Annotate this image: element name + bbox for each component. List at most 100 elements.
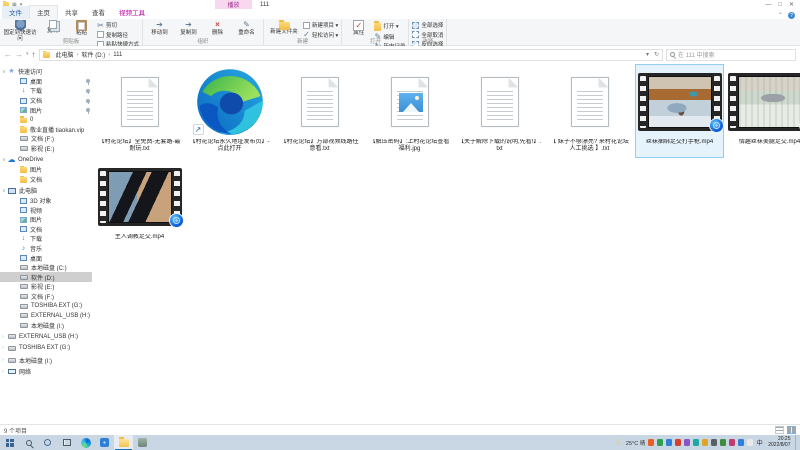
sidebar-item[interactable]: ↓下载 xyxy=(0,234,92,244)
up-button[interactable]: ↑ xyxy=(32,51,36,59)
tab-share[interactable]: 共享 xyxy=(58,6,85,19)
file-item[interactable]: 丝袜捆绑足交打手枪.mp4 xyxy=(636,65,723,157)
sidebar-item[interactable]: ∨★快速访问 xyxy=(0,67,92,77)
start-button[interactable] xyxy=(0,435,19,450)
thumbnails-view-toggle-icon[interactable] xyxy=(787,426,796,434)
sidebar-item[interactable]: ∨此电脑 xyxy=(0,186,92,196)
sidebar-item[interactable]: 文档 (F:) xyxy=(0,292,92,302)
tab-file[interactable]: 文件 xyxy=(2,6,29,19)
tray-icon-11[interactable] xyxy=(738,439,745,446)
file-item[interactable]: 【 妹子不够漂亮? 来村花论坛人工挑选 】.txt xyxy=(546,65,633,157)
tray-icon-1[interactable] xyxy=(648,439,655,446)
ribbon-button[interactable]: 全部选择 xyxy=(412,21,443,29)
tab-home[interactable]: 主页 xyxy=(29,5,58,19)
tray-icon-5[interactable] xyxy=(684,439,691,446)
ribbon-button[interactable]: ➔移动到 xyxy=(146,20,173,37)
sidebar-item[interactable]: 文档 xyxy=(0,96,92,106)
sidebar-item[interactable]: EXTERNAL_USB (H:) xyxy=(0,311,92,321)
sidebar-item[interactable]: ›EXTERNAL_USB (H:) xyxy=(0,332,92,342)
file-item[interactable]: ↗ 【村花论坛永久地址发布页】-点此打开 xyxy=(186,65,273,157)
ribbon-button[interactable]: 属性 xyxy=(345,20,372,37)
back-button[interactable]: ← xyxy=(4,51,12,59)
ribbon-button[interactable]: ×删除 xyxy=(204,20,231,37)
breadcrumb[interactable]: 此电脑 › 软件 (D:) › 111 ▾ ↻ xyxy=(39,49,663,61)
ribbon-button[interactable]: 新建项目 ▾ xyxy=(303,21,338,29)
weather-moon-icon[interactable]: ☾ xyxy=(616,439,623,447)
sidebar-item[interactable]: ♪音乐 xyxy=(0,244,92,254)
weather-text[interactable]: 25°C 晴 xyxy=(626,439,645,447)
tray-icon-3[interactable] xyxy=(666,439,673,446)
file-item[interactable]: 【关于解除下载的说明,先看!】.txt xyxy=(456,65,543,157)
sidebar-item[interactable]: 图片 xyxy=(0,215,92,225)
sidebar-item[interactable]: TOSHIBA EXT (G:) xyxy=(0,301,92,311)
tray-icon-7[interactable] xyxy=(702,439,709,446)
sidebar-item[interactable]: 图片 xyxy=(0,165,92,175)
sidebar-item[interactable]: ›本地磁盘 (I:) xyxy=(0,355,92,365)
refresh-icon[interactable]: ↻ xyxy=(654,51,659,58)
sidebar-item[interactable]: 3D 对象 xyxy=(0,196,92,206)
taskbar-app-button[interactable] xyxy=(133,435,152,450)
taskbar-photos-button[interactable] xyxy=(95,435,114,450)
sidebar-item[interactable]: ↓下载 xyxy=(0,86,92,96)
help-icon[interactable]: ? xyxy=(788,12,795,19)
close-button[interactable]: ✕ xyxy=(789,1,794,8)
details-view-toggle-icon[interactable] xyxy=(775,426,784,434)
ribbon-button[interactable]: ✂剪切 xyxy=(97,21,139,29)
tray-icon-9[interactable] xyxy=(720,439,727,446)
tray-icon-2[interactable] xyxy=(657,439,664,446)
taskbar-clock[interactable]: 20:25 2022/8/07 xyxy=(766,437,792,449)
sidebar-item[interactable]: 桌面 xyxy=(0,77,92,87)
minimize-button[interactable]: — xyxy=(765,2,771,8)
sidebar-item[interactable]: 影视 (E:) xyxy=(0,282,92,292)
sidebar-item[interactable]: ∨☁OneDrive xyxy=(0,155,92,165)
tray-icon-4[interactable] xyxy=(675,439,682,446)
ribbon-button[interactable]: 打开 ▾ xyxy=(374,21,405,31)
breadcrumb-segment[interactable]: 111 xyxy=(113,52,122,58)
search-input[interactable]: 在 111 中搜索 xyxy=(666,49,796,61)
forward-button[interactable]: → xyxy=(15,51,23,59)
collapse-ribbon-icon[interactable]: ⌃ xyxy=(778,12,783,19)
file-item[interactable]: 【村花论坛】万部视频线路任意看.txt xyxy=(276,65,363,157)
ribbon-button[interactable]: 粘贴 xyxy=(68,20,95,37)
file-item[interactable]: 主人调教足交.mp4 xyxy=(96,160,183,252)
sidebar-item[interactable]: 桌面 xyxy=(0,253,92,263)
ribbon-button[interactable]: ✎重命名 xyxy=(233,20,260,37)
tab-view[interactable]: 查看 xyxy=(85,6,112,19)
file-item[interactable]: 情趣丝袜美腿足交.mp4 xyxy=(726,65,800,157)
show-desktop-button[interactable] xyxy=(795,435,798,450)
ribbon-button[interactable]: 新建文件夹 xyxy=(267,20,301,36)
breadcrumb-segment[interactable]: 软件 (D:) xyxy=(82,50,106,59)
address-dropdown-icon[interactable]: ▾ xyxy=(646,51,649,58)
taskbar-search-button[interactable] xyxy=(19,435,38,450)
sidebar-item[interactable]: 影视 (E:) xyxy=(0,144,92,154)
file-item[interactable]: 【解压密码】:上村花论坛查看福利.jpg xyxy=(366,65,453,157)
tray-icon-6[interactable] xyxy=(693,439,700,446)
taskbar-explorer-button[interactable] xyxy=(114,435,133,450)
task-view-button[interactable] xyxy=(57,435,76,450)
sidebar-item[interactable]: 视频 xyxy=(0,205,92,215)
maximize-button[interactable]: □ xyxy=(778,2,782,8)
file-item[interactable]: 【村花论坛】全免费-无套路-最耐玩.txt xyxy=(96,65,183,157)
sidebar-item[interactable]: 文档 xyxy=(0,175,92,185)
ribbon-button[interactable]: ➔复制到 xyxy=(175,20,202,37)
sidebar-item[interactable]: 文档 xyxy=(0,225,92,235)
breadcrumb-segment[interactable]: 此电脑 xyxy=(56,50,74,59)
sidebar-item[interactable]: 软件 (D:) xyxy=(0,272,92,282)
tray-icon-10[interactable] xyxy=(729,439,736,446)
taskbar-edge-button[interactable] xyxy=(76,435,95,450)
ime-indicator[interactable]: 中 xyxy=(756,438,764,447)
sidebar-item[interactable]: ›网络 xyxy=(0,367,92,377)
sidebar-item[interactable]: 文档 (F:) xyxy=(0,134,92,144)
ribbon-button[interactable]: 复制 xyxy=(39,20,66,35)
sidebar-item[interactable]: ›TOSHIBA EXT (G:) xyxy=(0,344,92,354)
cortana-button[interactable] xyxy=(38,435,57,450)
sidebar-item[interactable]: 0 xyxy=(0,115,92,125)
tray-icon-8[interactable] xyxy=(711,439,718,446)
recent-locations-caret-icon[interactable]: ▾ xyxy=(26,52,29,57)
sidebar-item[interactable]: 本地磁盘 (C:) xyxy=(0,263,92,273)
sidebar-item[interactable]: 本地磁盘 (I:) xyxy=(0,320,92,330)
tab-video-tools[interactable]: 视频工具 xyxy=(112,6,152,19)
tray-icon-12[interactable] xyxy=(747,439,754,446)
sidebar-item[interactable]: 图片 xyxy=(0,105,92,115)
sidebar-item[interactable]: 敬业直播 tiaokan.vip xyxy=(0,125,92,135)
